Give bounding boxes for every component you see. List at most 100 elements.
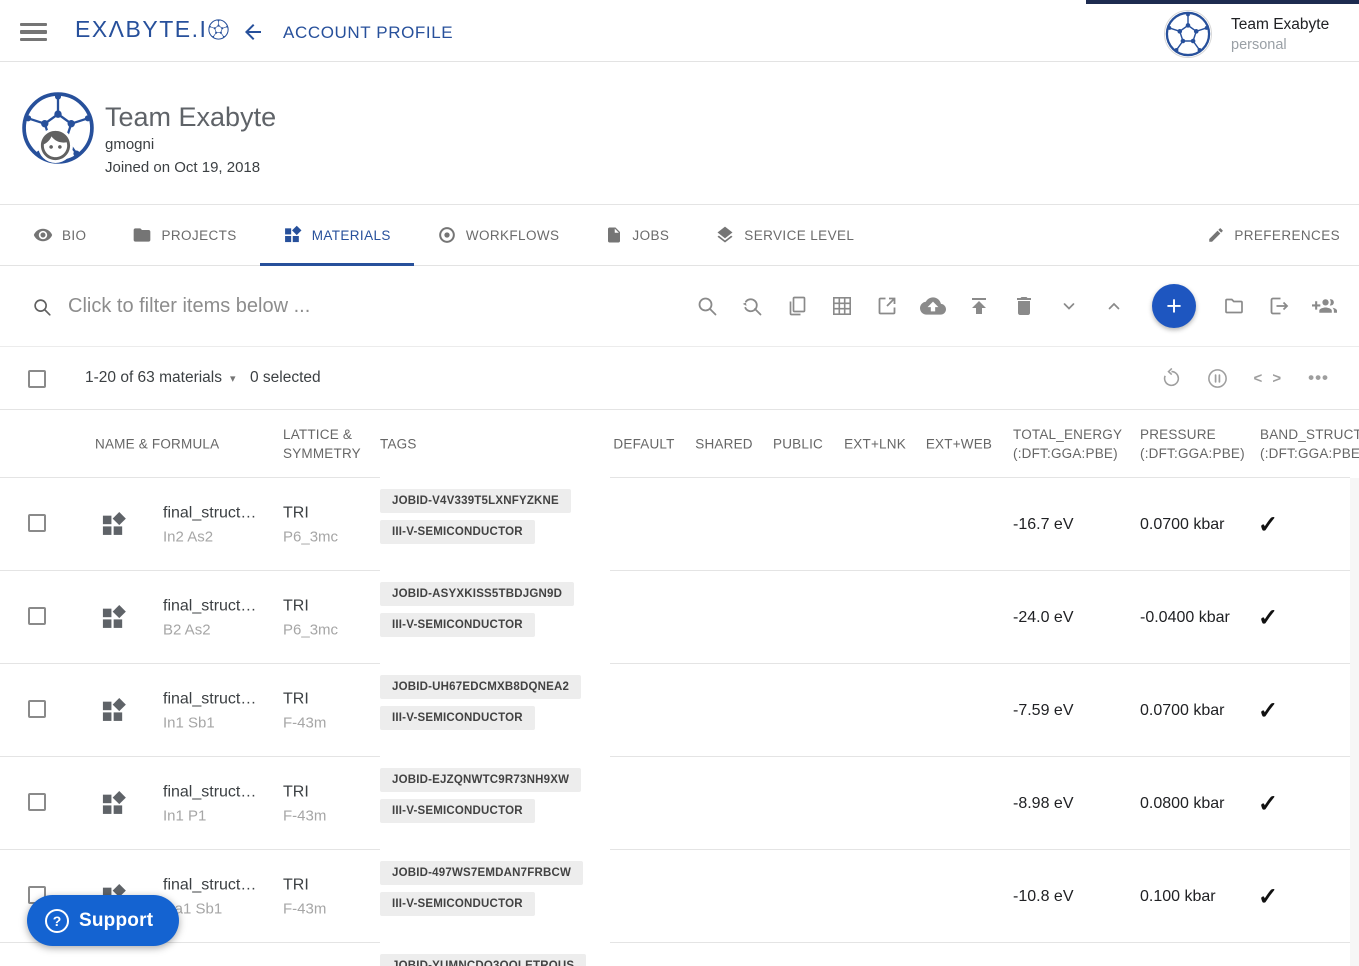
band-structure-check-icon: ✓ <box>1258 790 1279 817</box>
col-ext-web[interactable]: EXT+WEB <box>926 435 992 454</box>
tab-materials[interactable]: MATERIALS <box>259 205 414 266</box>
import-icon[interactable] <box>1267 294 1291 318</box>
back-arrow-icon[interactable] <box>241 20 265 44</box>
pause-circle-icon[interactable] <box>1206 367 1229 390</box>
question-icon: ? <box>45 908 69 933</box>
search-items-icon[interactable] <box>695 294 719 318</box>
col-total-energy[interactable]: TOTAL_ENERGY (:DFT:GGA:PBE) <box>1013 425 1122 463</box>
col-lattice-symmetry[interactable]: LATTICE & SYMMETRY <box>283 425 361 463</box>
row-checkbox[interactable] <box>28 606 46 625</box>
tab-service-level[interactable]: SERVICE LEVEL <box>692 205 877 265</box>
table-row[interactable]: final_struct… B2 As2 TRI P6_3mc JOBID-AS… <box>0 571 1359 664</box>
eye-icon <box>33 225 53 245</box>
tab-bio[interactable]: BIO <box>10 205 109 265</box>
tag-chip[interactable]: III-V-SEMICONDUCTOR <box>380 613 535 637</box>
more-options-icon[interactable]: ••• <box>1308 368 1329 388</box>
cloud-upload-icon[interactable] <box>920 293 946 319</box>
pagination-dropdown[interactable]: 1-20 of 63 materials ▾ <box>85 347 236 409</box>
tag-chip[interactable]: JOBID-YUMNCDQ3QQLETRQUS <box>380 954 587 966</box>
material-name-cell[interactable]: final_struct… In1 Sb1 <box>163 690 281 731</box>
saved-search-icon[interactable] <box>740 294 764 318</box>
document-icon <box>605 226 623 244</box>
tags-cell: JOBID-UH67EDCMXB8DQNEA2 III-V-SEMICONDUC… <box>380 675 582 730</box>
lattice-cell: TRI F-43m <box>283 876 327 917</box>
upload-icon[interactable] <box>967 294 991 318</box>
row-checkbox[interactable] <box>28 699 46 718</box>
tag-chip[interactable]: JOBID-ASYXKISS5TBDJGN9D <box>380 582 575 606</box>
filter-input[interactable] <box>68 266 628 346</box>
material-name-cell[interactable]: final_struct… In2 As2 <box>163 504 281 545</box>
table-row[interactable]: final_struct… In1 Sb1 TRI F-43m JOBID-UH… <box>0 664 1359 757</box>
material-name-cell[interactable]: final_struct… Ga1 Sb1 <box>163 876 281 917</box>
code-icon[interactable]: < > <box>1253 370 1284 387</box>
pressure-value: 0.0800 kbar <box>1140 794 1225 812</box>
tags-cell: JOBID-V4V339T5LXNFYZKNE III-V-SEMICONDUC… <box>380 489 571 544</box>
total-energy-value: -16.7 eV <box>1013 515 1074 533</box>
tag-chip[interactable]: JOBID-497WS7EMDAN7FRBCW <box>380 861 584 885</box>
profile-header: Team Exabyte gmogni Joined on Oct 19, 20… <box>0 62 1359 205</box>
exabyte-logo[interactable]: EXΛBYTE.I <box>75 16 229 43</box>
material-formula: Ga1 Sb1 <box>163 900 223 917</box>
col-tags[interactable]: TAGS <box>380 435 417 454</box>
tab-jobs[interactable]: JOBS <box>582 205 692 265</box>
delete-icon[interactable] <box>1012 294 1036 318</box>
tag-chip[interactable]: JOBID-V4V339T5LXNFYZKNE <box>380 489 571 513</box>
material-icon <box>100 697 128 725</box>
undo-icon[interactable] <box>1160 367 1182 389</box>
chevron-down-icon[interactable] <box>1057 294 1081 318</box>
col-shared[interactable]: SHARED <box>695 435 752 454</box>
material-formula: In1 P1 <box>163 807 207 824</box>
selection-bar: 1-20 of 63 materials ▾ 0 selected < > ••… <box>0 347 1359 410</box>
tag-chip[interactable]: JOBID-UH67EDCMXB8DQNEA2 <box>380 675 582 699</box>
table-header: NAME & FORMULA LATTICE & SYMMETRY TAGS D… <box>0 410 1359 478</box>
pressure-value: -0.0400 kbar <box>1140 608 1230 626</box>
table-row[interactable]: final_struct… In1 P1 TRI F-43m JOBID-EJZ… <box>0 757 1359 850</box>
scrollbar-gutter[interactable] <box>1350 478 1359 966</box>
folder-outline-icon[interactable] <box>1222 294 1246 318</box>
open-in-new-icon[interactable] <box>875 294 899 318</box>
table-row[interactable]: final_struct… In2 As2 TRI P6_3mc JOBID-V… <box>0 478 1359 571</box>
table-row[interactable]: JOBID-YUMNCDQ3QQLETRQUS <box>0 943 1359 966</box>
col-pressure[interactable]: PRESSURE (:DFT:GGA:PBE) <box>1140 425 1245 463</box>
profile-username: gmogni <box>105 136 155 153</box>
workflow-icon <box>437 225 457 245</box>
folder-icon <box>132 225 152 245</box>
user-name: Team Exabyte <box>1231 15 1330 33</box>
row-checkbox[interactable] <box>28 792 46 811</box>
col-band-structure[interactable]: BAND_STRUCTU (:DFT:GGA:PBE) <box>1260 425 1359 463</box>
col-default[interactable]: DEFAULT <box>613 435 674 454</box>
tab-projects[interactable]: PROJECTS <box>109 205 259 265</box>
tag-chip[interactable]: III-V-SEMICONDUCTOR <box>380 520 535 544</box>
col-public[interactable]: PUBLIC <box>773 435 823 454</box>
col-name-formula[interactable]: NAME & FORMULA <box>95 435 219 454</box>
material-formula: In1 Sb1 <box>163 714 215 731</box>
user-menu[interactable]: Team Exabyte personal <box>1164 10 1329 58</box>
support-button[interactable]: ? Support <box>27 895 180 946</box>
tag-chip[interactable]: III-V-SEMICONDUCTOR <box>380 799 535 823</box>
material-name-cell[interactable]: final_struct… B2 As2 <box>163 597 281 638</box>
row-checkbox[interactable] <box>28 513 46 532</box>
band-structure-check-icon: ✓ <box>1258 883 1279 910</box>
selection-actions: < > ••• <box>1160 347 1329 409</box>
pencil-icon <box>1207 226 1225 244</box>
tag-chip[interactable]: III-V-SEMICONDUCTOR <box>380 706 535 730</box>
copy-icon[interactable] <box>785 294 809 318</box>
material-name: final_struct… <box>163 876 257 893</box>
material-formula: B2 As2 <box>163 621 211 638</box>
col-ext-lnk[interactable]: EXT+LNK <box>844 435 906 454</box>
chevron-up-icon[interactable] <box>1102 294 1126 318</box>
tags-cell: JOBID-YUMNCDQ3QQLETRQUS <box>380 954 587 966</box>
toolbar: + <box>695 266 1337 346</box>
material-name-cell[interactable]: final_struct… In1 P1 <box>163 783 281 824</box>
menu-icon[interactable] <box>20 23 47 41</box>
select-all-checkbox[interactable] <box>28 370 46 388</box>
table-row[interactable]: final_struct… Ga1 Sb1 TRI F-43m JOBID-49… <box>0 850 1359 943</box>
tag-chip[interactable]: JOBID-EJZQNWTC9R73NH9XW <box>380 768 582 792</box>
add-material-button[interactable]: + <box>1152 284 1196 328</box>
tab-workflows[interactable]: WORKFLOWS <box>414 205 583 265</box>
grid-view-icon[interactable] <box>830 294 854 318</box>
tab-preferences[interactable]: PREFERENCES <box>1184 205 1359 265</box>
filter-bar: + <box>0 266 1359 347</box>
tag-chip[interactable]: III-V-SEMICONDUCTOR <box>380 892 535 916</box>
group-add-icon[interactable] <box>1312 294 1337 319</box>
